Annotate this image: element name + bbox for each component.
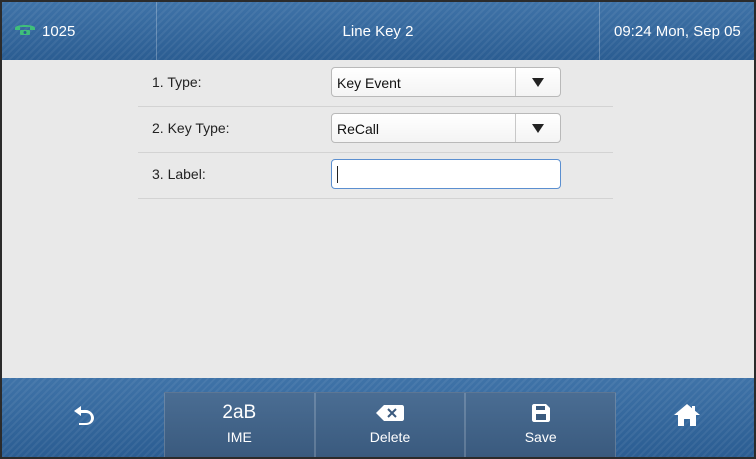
ime-mode-indicator: 2aB (222, 402, 257, 423)
label-input[interactable] (331, 159, 561, 189)
status-bar: 1025 Line Key 2 09:24 Mon, Sep 05 (2, 2, 754, 60)
type-row: 1. Type: Key Event (138, 60, 613, 107)
label-row: 3. Label: (138, 152, 613, 199)
type-dropdown[interactable]: Key Event (331, 67, 561, 97)
softkey-group: 2aB IME Delete Save (164, 392, 617, 457)
backspace-icon (376, 401, 404, 425)
back-button[interactable] (39, 378, 129, 457)
save-button[interactable]: Save (465, 392, 617, 457)
key-type-label: 2. Key Type: (152, 120, 230, 136)
phone-screen: 1025 Line Key 2 09:24 Mon, Sep 05 1. Typ… (0, 0, 756, 459)
ime-label: IME (226, 429, 252, 445)
phone-icon (14, 22, 42, 40)
key-type-dropdown[interactable]: ReCall (331, 113, 561, 143)
account-number: 1025 (42, 22, 76, 40)
key-type-row: 2. Key Type: ReCall (138, 106, 613, 153)
page-title: Line Key 2 (342, 22, 414, 40)
label-field-label: 3. Label: (152, 166, 206, 182)
line-key-form: 1. Type: Key Event 2. Key Type: ReCall 3… (2, 60, 754, 378)
delete-button[interactable]: Delete (314, 392, 466, 457)
key-type-value: ReCall (337, 121, 380, 137)
dropdown-arrow-icon[interactable] (515, 68, 560, 96)
home-icon (674, 404, 700, 431)
save-label: Save (524, 429, 557, 445)
save-icon (531, 401, 550, 425)
dropdown-arrow-icon[interactable] (515, 114, 560, 142)
delete-label: Delete (369, 429, 411, 445)
clock: 09:24 Mon, Sep 05 (599, 2, 754, 60)
type-label: 1. Type: (152, 74, 202, 90)
back-arrow-icon (73, 405, 95, 430)
account-indicator[interactable]: 1025 (2, 2, 157, 60)
home-button[interactable] (642, 378, 732, 457)
softkey-bar: 2aB IME Delete Save (2, 378, 754, 457)
text-cursor (337, 166, 338, 183)
type-value: Key Event (337, 75, 401, 91)
ime-button[interactable]: 2aB IME (164, 392, 315, 457)
